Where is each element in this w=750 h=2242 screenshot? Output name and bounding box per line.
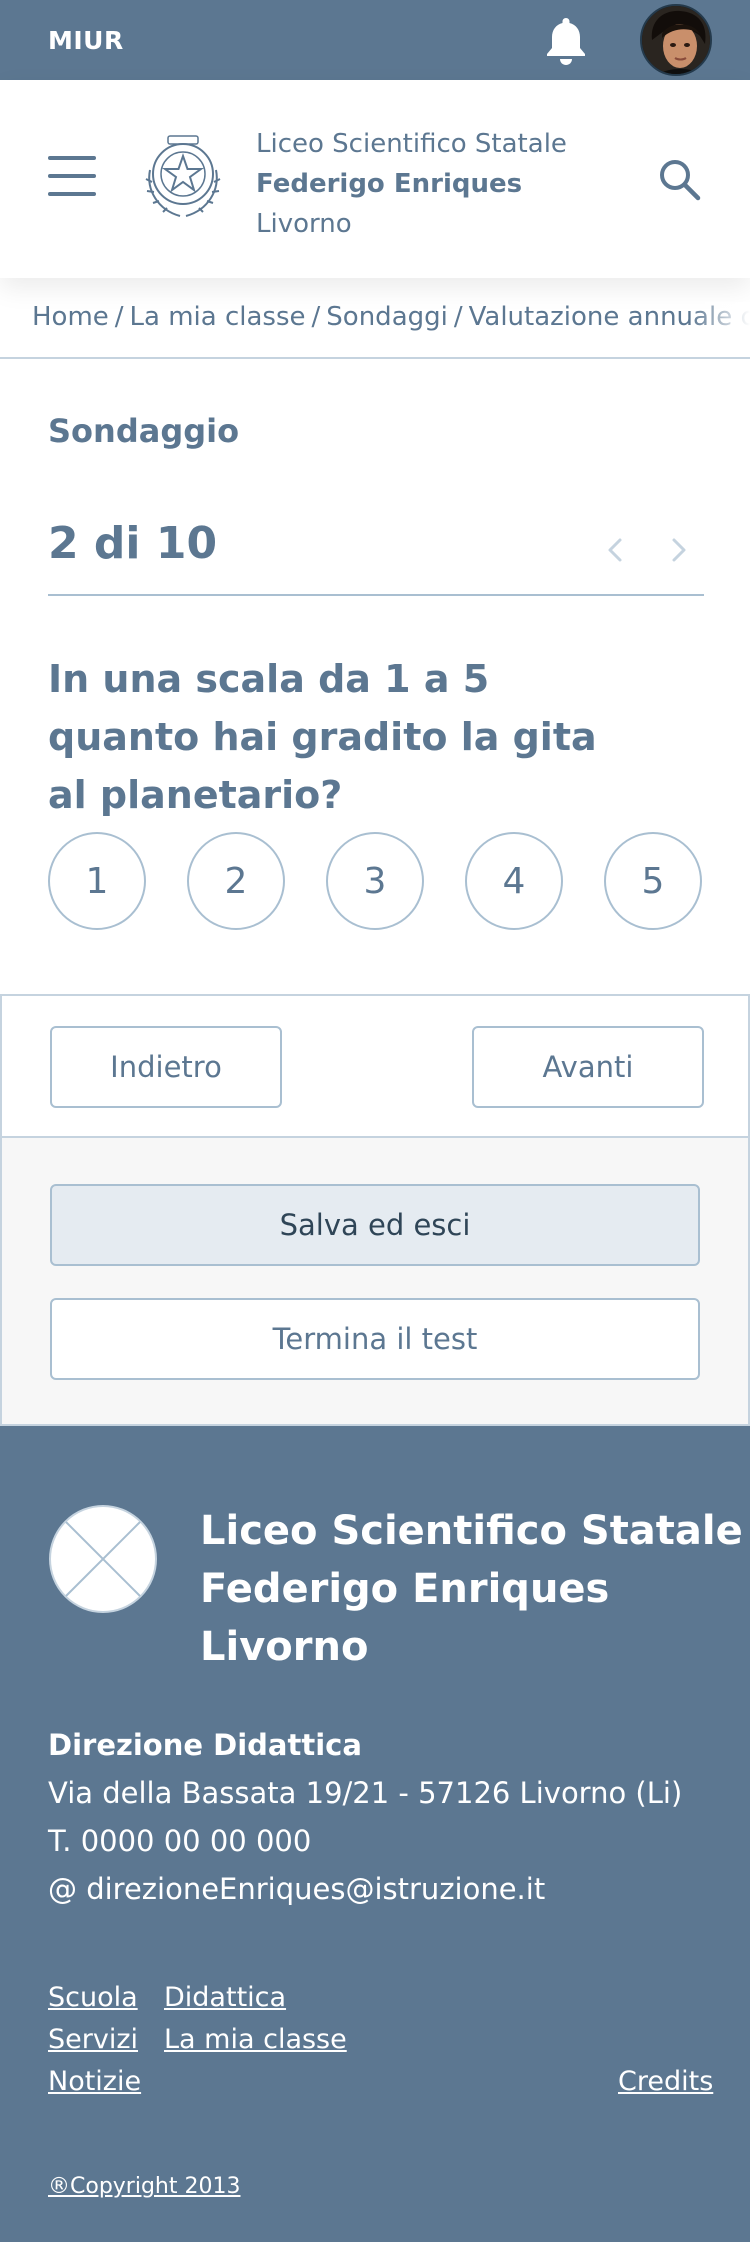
school-name[interactable]: Liceo Scientifico Statale Federigo Enriq… [256, 124, 567, 244]
menu-icon[interactable] [48, 156, 96, 198]
breadcrumb-la-mia-classe[interactable]: La mia classe [130, 302, 306, 332]
save-and-exit-button[interactable]: Salva ed esci [50, 1184, 700, 1266]
question-counter: 2 di 10 [48, 518, 218, 569]
rating-option-3[interactable]: 3 [326, 832, 424, 930]
next-button[interactable]: Avanti [472, 1026, 704, 1108]
question-text: In una scala da 1 a 5 quanto hai gradito… [48, 657, 597, 817]
navigation-panel: Indietro Avanti [0, 994, 750, 1138]
breadcrumb: Home / La mia classe / Sondaggi / Valutazione … [32, 302, 750, 342]
breadcrumb-separator: / [311, 302, 321, 332]
rating-option-5[interactable]: 5 [604, 832, 702, 930]
footer-title-line1: Liceo Scientifico Statale [200, 1508, 743, 1554]
footer-school-name: Liceo Scientifico Statale Federigo Enriq… [200, 1502, 743, 1676]
user-avatar[interactable] [640, 4, 712, 76]
school-name-line3: Livorno [256, 209, 352, 239]
footer-title-line2: Federigo Enriques [200, 1566, 610, 1612]
rating-option-2[interactable]: 2 [187, 832, 285, 930]
footer-link-la-mia-classe[interactable]: La mia classe [164, 2024, 347, 2055]
miur-link[interactable]: MIUR [48, 26, 124, 55]
breadcrumb-separator: / [114, 302, 124, 332]
chevron-right-icon[interactable] [664, 530, 694, 570]
footer: Liceo Scientifico Statale Federigo Enriq… [0, 1426, 750, 2242]
email-link[interactable]: @ direzioneEnriques@istruzione.it [48, 1872, 545, 1906]
breadcrumb-fade [690, 302, 750, 342]
divider [0, 357, 750, 359]
footer-title-line3: Livorno [200, 1624, 369, 1670]
counter-underline [48, 594, 704, 596]
logo-placeholder-icon [48, 1504, 158, 1614]
footer-link-didattica[interactable]: Didattica [164, 1982, 286, 2013]
school-name-line2: Federigo Enriques [256, 169, 523, 199]
breadcrumb-home[interactable]: Home [32, 302, 109, 332]
copyright[interactable]: ®Copyright 2013 [48, 2174, 240, 2199]
chevron-left-icon[interactable] [600, 530, 630, 570]
phone: T. 0000 00 00 000 [48, 1824, 312, 1858]
direction-title: Direzione Didattica [48, 1728, 362, 1762]
breadcrumb-sondaggi[interactable]: Sondaggi [326, 302, 448, 332]
site-header: Liceo Scientifico Statale Federigo Enriq… [0, 80, 750, 278]
rating-scale: 1 2 3 4 5 [48, 832, 704, 930]
back-button[interactable]: Indietro [50, 1026, 282, 1108]
rating-option-4[interactable]: 4 [465, 832, 563, 930]
end-test-button[interactable]: Termina il test [50, 1298, 700, 1380]
survey-label: Sondaggio [48, 412, 240, 450]
notification-bell-icon[interactable] [540, 14, 592, 68]
school-name-line1: Liceo Scientifico Statale [256, 129, 567, 159]
breadcrumb-separator: / [453, 302, 463, 332]
address: Via della Bassata 19/21 - 57126 Livorno … [48, 1776, 683, 1810]
search-icon[interactable] [656, 156, 704, 204]
footer-link-credits[interactable]: Credits [618, 2066, 713, 2097]
footer-link-servizi[interactable]: Servizi [48, 2024, 138, 2055]
rating-option-1[interactable]: 1 [48, 832, 146, 930]
top-bar: MIUR [0, 0, 750, 80]
footer-link-notizie[interactable]: Notizie [48, 2066, 141, 2097]
action-panel: Salva ed esci Termina il test [0, 1138, 750, 1426]
footer-link-scuola[interactable]: Scuola [48, 1982, 138, 2013]
republic-emblem-icon[interactable] [140, 130, 226, 226]
